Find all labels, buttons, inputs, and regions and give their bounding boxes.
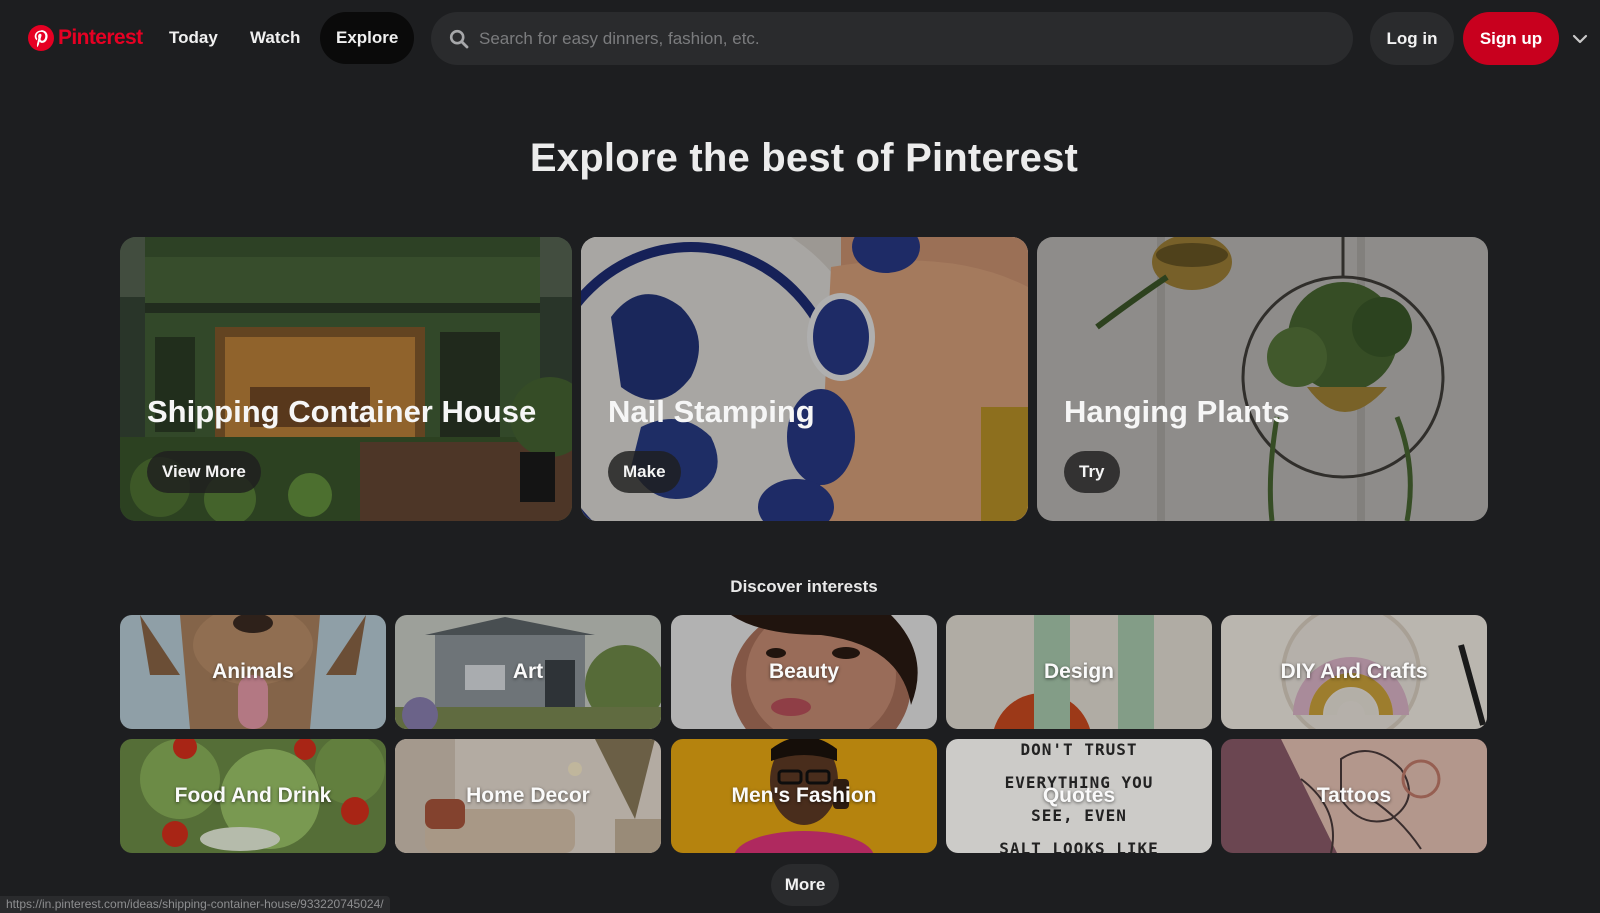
interest-tile-food-and-drink[interactable]: Food And Drink <box>120 739 386 853</box>
search-input[interactable] <box>479 28 1353 49</box>
feature-title: Nail Stamping <box>608 394 815 429</box>
interest-tile-beauty[interactable]: Beauty <box>671 615 937 729</box>
search-icon <box>449 29 469 48</box>
section-heading-discover-interests: Discover interests <box>730 577 878 596</box>
interest-tile-home-decor[interactable]: Home Decor <box>395 739 661 853</box>
page-title: Explore the best of Pinterest <box>529 136 1079 180</box>
interest-label: Design <box>1043 660 1114 683</box>
view-more-button[interactable]: View More <box>147 451 261 493</box>
try-button[interactable]: Try <box>1064 451 1120 493</box>
nav-explore[interactable]: Explore <box>320 12 415 64</box>
pinterest-p-icon <box>28 25 54 51</box>
interest-tile-art[interactable]: Art <box>395 615 661 729</box>
brand-name: Pinterest <box>58 26 143 49</box>
feature-card-nail-stamping[interactable]: Nail Stamping Make <box>581 237 1028 521</box>
interest-tile-quotes[interactable]: DON'T TRUST EVERYTHING YOU SEE, EVEN SAL… <box>946 739 1212 853</box>
nav-today[interactable]: Today <box>153 12 234 64</box>
interest-label: Men's Fashion <box>731 784 877 807</box>
interest-tile-diy-and-crafts[interactable]: DIY And Crafts <box>1221 615 1487 729</box>
feature-card-hanging-plants[interactable]: Hanging Plants Try <box>1037 237 1488 521</box>
nav-watch[interactable]: Watch <box>234 12 316 64</box>
interest-tile-animals[interactable]: Animals <box>120 615 386 729</box>
interest-label: DIY And Crafts <box>1280 660 1428 683</box>
interest-label: Home Decor <box>466 784 590 807</box>
top-navigation-bar: Pinterest Today Watch Explore Log in Sig… <box>0 0 1600 80</box>
interest-label: Animals <box>212 660 294 683</box>
status-bar-url: https://in.pinterest.com/ideas/shipping-… <box>0 896 390 913</box>
chevron-down-icon[interactable] <box>1569 28 1591 50</box>
interest-label: Beauty <box>768 660 840 683</box>
interest-label: Tattoos <box>1316 784 1392 807</box>
interest-tile-tattoos[interactable]: Tattoos <box>1221 739 1487 853</box>
interest-label: Quotes <box>1042 784 1116 807</box>
interest-label: Art <box>512 660 544 683</box>
make-button[interactable]: Make <box>608 451 681 493</box>
sign-up-button[interactable]: Sign up <box>1463 12 1559 65</box>
feature-title: Shipping Container House <box>147 394 537 429</box>
interest-tile-design[interactable]: Design <box>946 615 1212 729</box>
search-bar <box>431 12 1353 65</box>
interest-label: Food And Drink <box>174 784 332 807</box>
log-in-button[interactable]: Log in <box>1370 12 1454 65</box>
more-button[interactable]: More <box>771 864 839 906</box>
interest-tile-mens-fashion[interactable]: Men's Fashion <box>671 739 937 853</box>
feature-title: Hanging Plants <box>1064 394 1290 429</box>
pinterest-logo[interactable]: Pinterest <box>27 24 143 52</box>
feature-card-shipping-container-house[interactable]: Shipping Container House View More <box>120 237 572 521</box>
